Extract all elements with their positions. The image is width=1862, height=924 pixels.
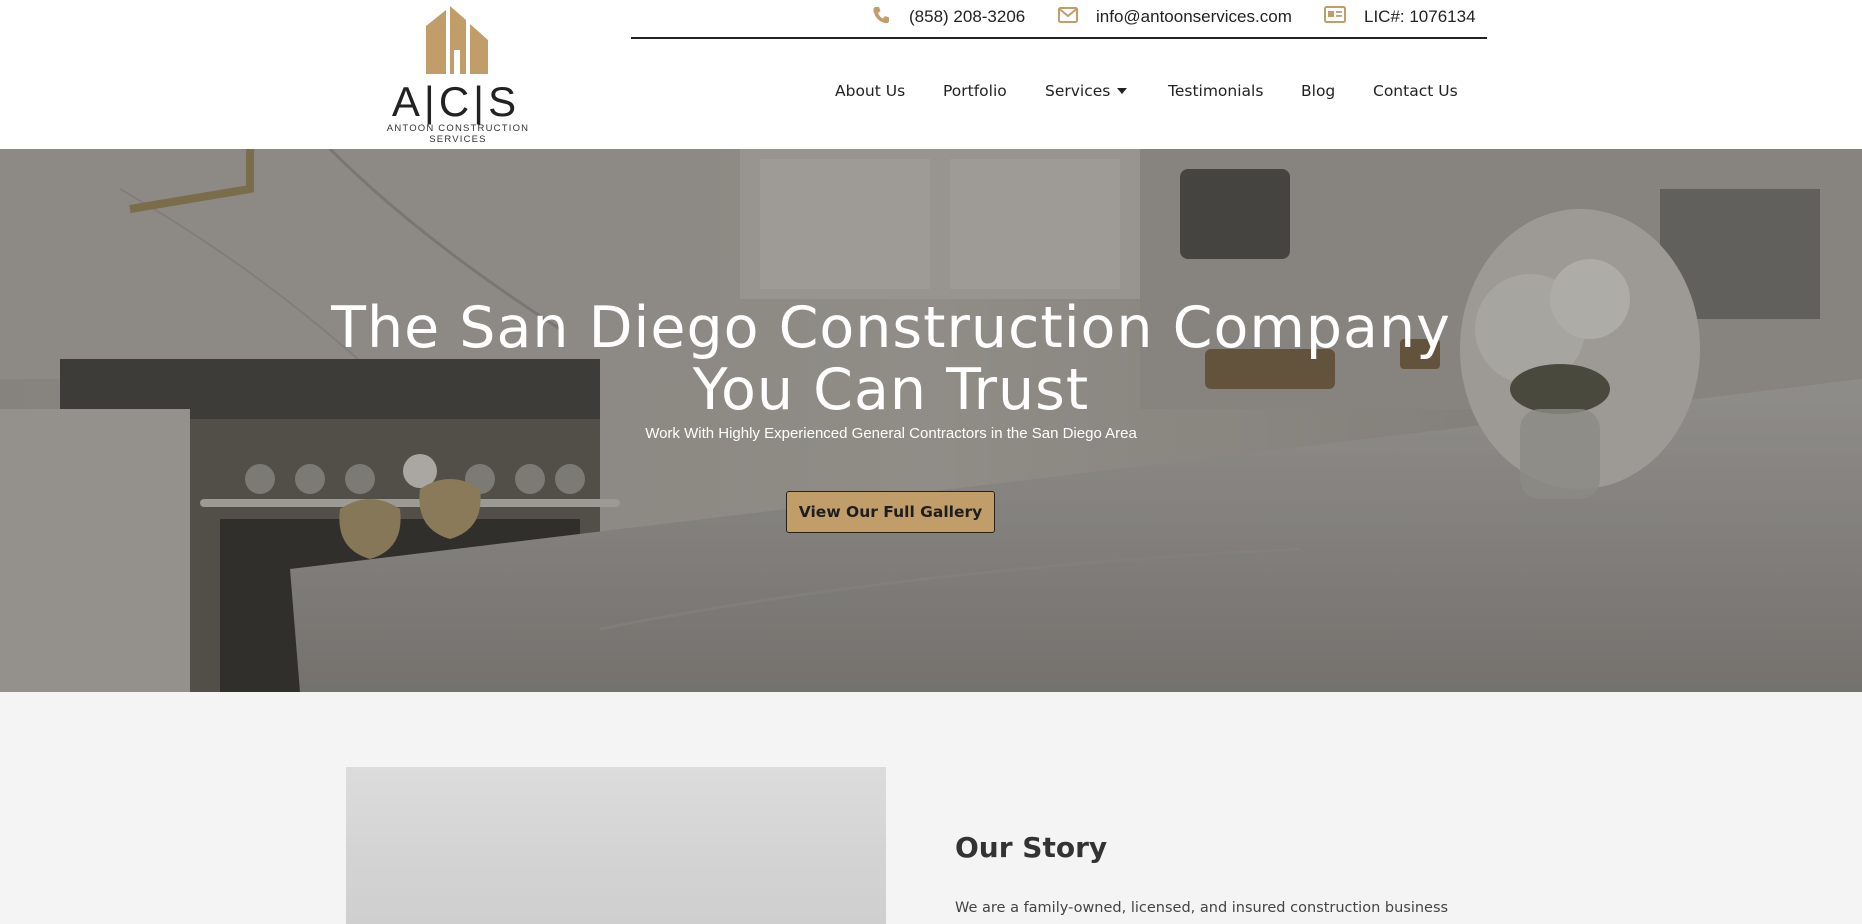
nav-testimonials[interactable]: Testimonials (1168, 82, 1263, 100)
id-card-icon (1324, 6, 1346, 28)
email-contact[interactable]: info@antoonservices.com (1058, 6, 1292, 28)
nav-contact-us[interactable]: Contact Us (1373, 82, 1458, 100)
nav-blog[interactable]: Blog (1301, 82, 1335, 100)
nav-services-label: Services (1045, 82, 1111, 100)
logo-tagline: ANTOON CONSTRUCTION SERVICES (386, 123, 530, 145)
envelope-icon (1058, 6, 1078, 28)
license-info: LIC#: 1076134 (1324, 6, 1476, 28)
hero-title-line-2: You Can Trust (692, 357, 1090, 423)
hero-title: The San Diego Construction Company You C… (331, 297, 1451, 421)
story-text: We are a family-owned, licensed, and ins… (955, 900, 1449, 916)
nav-about-us[interactable]: About Us (835, 82, 905, 100)
phone-contact[interactable]: (858) 208-3206 (871, 6, 1025, 28)
phone-icon (871, 5, 891, 30)
hero-subtitle: Work With Highly Experienced General Con… (645, 425, 1137, 442)
hero-title-line-1: The San Diego Construction Company (331, 295, 1451, 361)
contact-bar: (858) 208-3206 info@antoonservices.com L… (631, 0, 1487, 39)
site-header: A|C|S ANTOON CONSTRUCTION SERVICES (858)… (0, 0, 1862, 149)
email-address: info@antoonservices.com (1096, 7, 1292, 26)
site-logo[interactable]: A|C|S ANTOON CONSTRUCTION SERVICES (358, 6, 558, 145)
house-logo-icon (426, 6, 488, 74)
story-title: Our Story (955, 831, 1108, 864)
main-nav: About Us Portfolio Services Testimonials… (0, 82, 1862, 106)
nav-portfolio[interactable]: Portfolio (943, 82, 1007, 100)
license-number: LIC#: 1076134 (1364, 7, 1476, 26)
hero-section: The San Diego Construction Company You C… (0, 149, 1862, 692)
view-gallery-button[interactable]: View Our Full Gallery (786, 491, 995, 533)
phone-number: (858) 208-3206 (909, 7, 1026, 26)
nav-services[interactable]: Services (1045, 82, 1128, 100)
caret-down-icon (1117, 87, 1128, 94)
story-image (346, 767, 886, 924)
